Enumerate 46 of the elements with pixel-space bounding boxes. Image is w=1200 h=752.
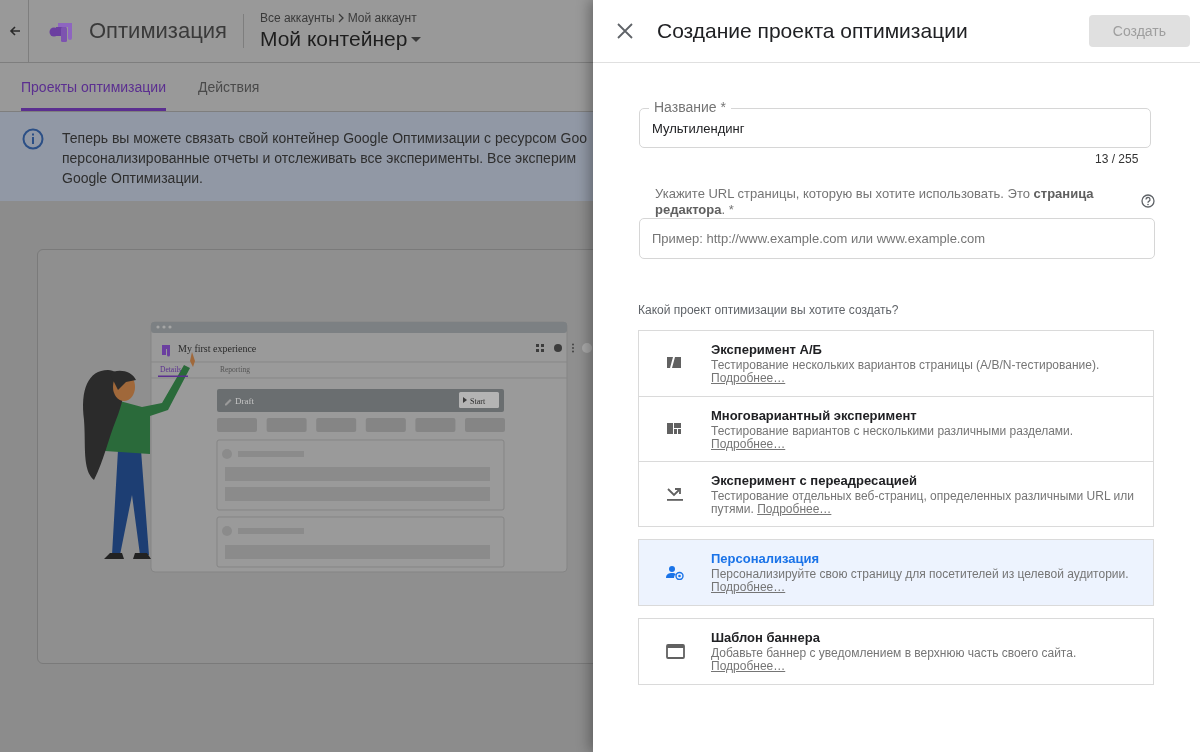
notice-text: Google Оптимизации.: [62, 169, 204, 188]
start-button-label: Start: [470, 396, 486, 406]
option-card[interactable]: Персонализация Персонализируйте свою страницу для посетителей из целевой аудитории. Подробнее…: [639, 540, 1153, 605]
character-counter: 13 / 255: [1095, 152, 1139, 166]
notice-text: Теперь вы можете связать свой контейнер Google Оптимизации с ресурсом Goo: [62, 129, 588, 148]
option-description: Тестирование отдельных веб-страниц, определенных различными URL или путями. Подробнее…: [711, 489, 1135, 516]
avatar-icon: [582, 343, 592, 353]
notice-text: персонализированные отчеты и отслеживать все эксперименты. Все эксперим: [62, 149, 578, 168]
info-icon: [22, 128, 44, 150]
option-title: Многовариантный эксперимент: [711, 407, 918, 424]
panel-title: Создание проекта оптимизации: [657, 19, 969, 43]
back-arrow-icon[interactable]: [7, 26, 21, 36]
pencil-icon: [225, 399, 232, 406]
field-label: Название *: [649, 99, 731, 115]
option-title: Эксперимент с переадресацией: [711, 472, 918, 489]
tab-underline: [158, 375, 188, 377]
app-name: Оптимизация: [89, 18, 227, 44]
breadcrumb-link[interactable]: Мой аккаунт: [347, 11, 417, 25]
learn-more-link[interactable]: Подробнее…: [711, 436, 786, 451]
section-question: Какой проект оптимизации вы хотите создать?: [638, 303, 900, 317]
learn-more-link[interactable]: Подробнее…: [711, 371, 786, 385]
option-description: Добавьте баннер с уведомлением в верхнюю часть своего сайта. Подробнее…: [711, 647, 1078, 673]
redirect-arrow-icon: [665, 486, 685, 502]
option-description: Персонализируйте свою страницу для посетителей из целевой аудитории. Подробнее…: [711, 568, 1130, 594]
learn-more-link[interactable]: Подробнее…: [711, 659, 786, 673]
option-title: Шаблон баннера: [711, 630, 821, 646]
option-title: Эксперимент А/Б: [711, 342, 823, 358]
option-title: Персонализация: [711, 551, 821, 567]
dropdown-caret-icon[interactable]: [411, 36, 422, 42]
person-target-icon: [665, 565, 685, 580]
banner-window-icon: [665, 644, 685, 659]
status-text: Draft: [235, 396, 254, 406]
field-label: Укажите URL страницы, которую вы хотите использовать. Это страница редактора. *: [655, 186, 1095, 218]
container-name[interactable]: Мой контейнер: [259, 27, 408, 51]
option-description: Тестирование нескольких вариантов страницы (A/B/N-тестирование). Подробнее…: [711, 359, 1101, 385]
url-field[interactable]: Пример: http://www.example.com или www.example.com: [639, 218, 1155, 259]
option-description: Тестирование вариантов с несколькими различными разделами. Подробнее…: [711, 424, 1075, 451]
apps-grid-icon: [536, 344, 544, 352]
learn-more-link[interactable]: Подробнее…: [711, 580, 786, 594]
tab[interactable]: Действия: [198, 63, 260, 111]
chevron-right-icon: [337, 13, 345, 23]
window-title: My first experience: [178, 343, 257, 354]
app-logo-icon: [162, 345, 170, 357]
close-icon[interactable]: [615, 21, 635, 41]
learn-more-link[interactable]: Подробнее…: [757, 501, 832, 516]
breadcrumb-link[interactable]: Все аккаунты: [259, 11, 335, 25]
